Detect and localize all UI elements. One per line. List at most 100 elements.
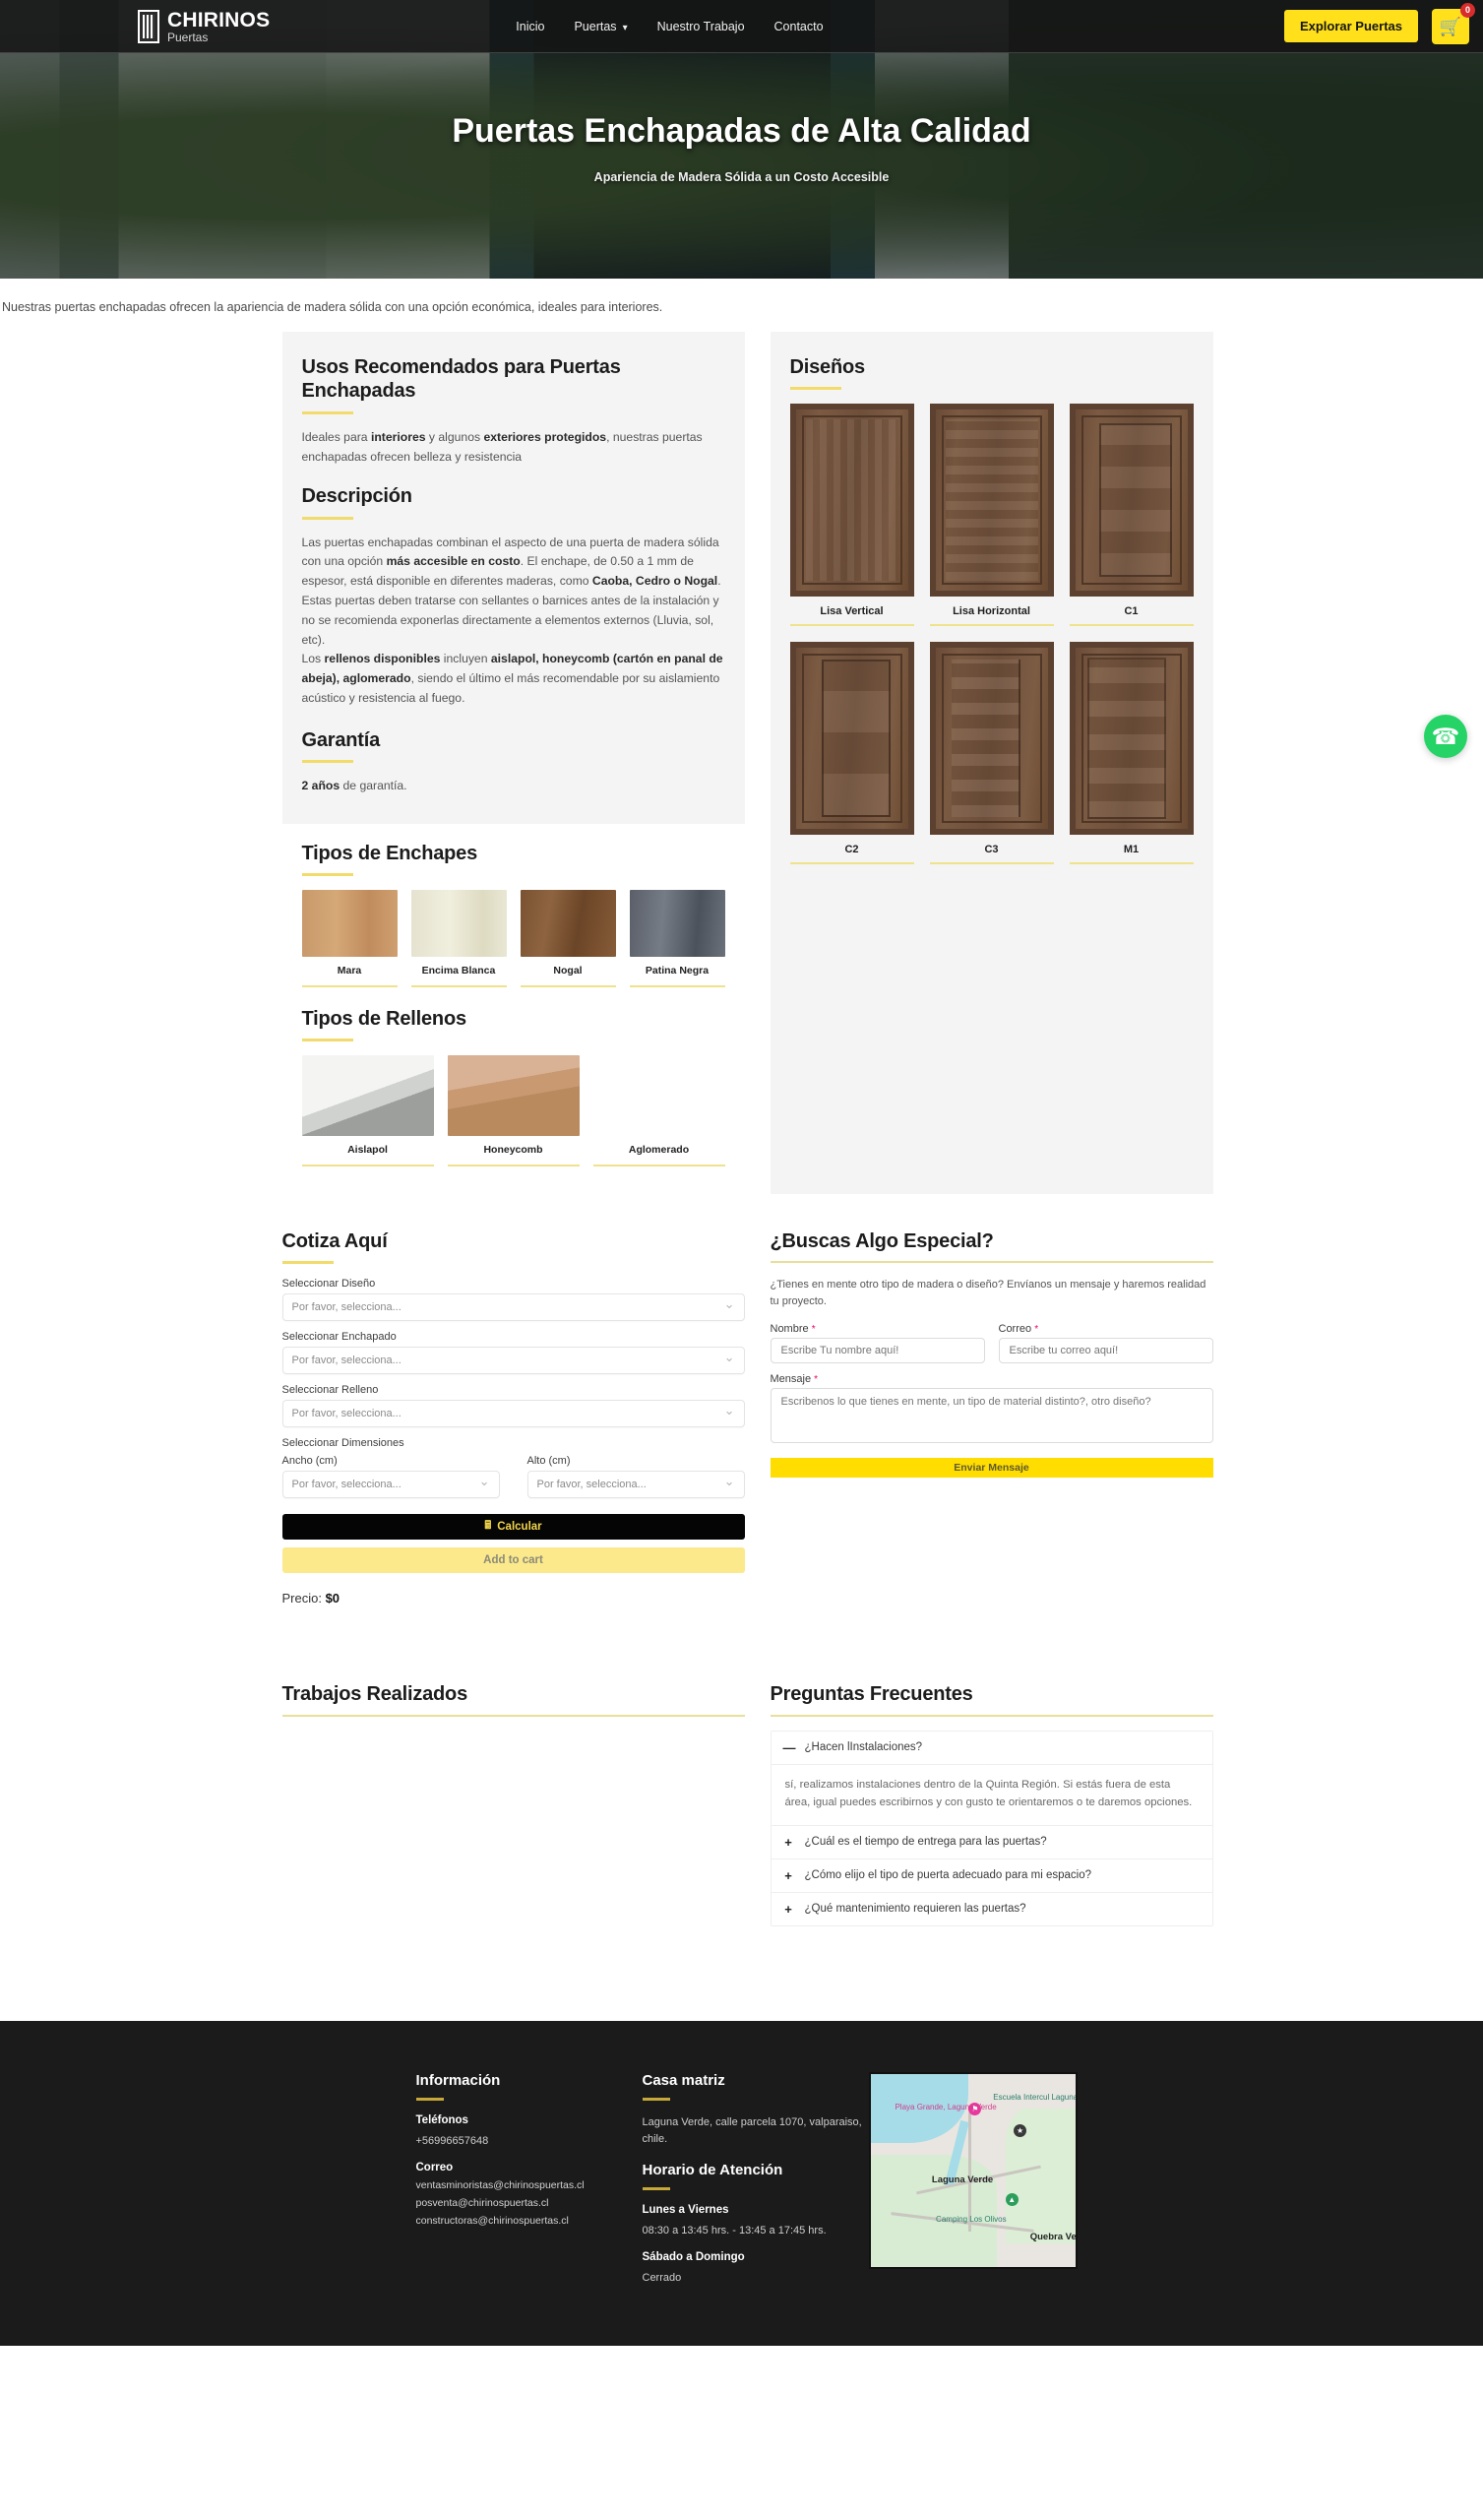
- intro-band: Nuestras puertas enchapadas ofrecen la a…: [0, 279, 1483, 332]
- swatch-label: Mara: [337, 965, 362, 977]
- footer-casa-title: Casa matriz: [642, 2071, 725, 2089]
- swatch-rule: [447, 1164, 580, 1166]
- trabajos-gallery: [282, 1731, 745, 1849]
- forms-row: Cotiza Aquí Seleccionar Diseño Por favor…: [0, 1229, 1483, 1606]
- contacto-intro: ¿Tienes en mente otro tipo de madera o d…: [770, 1279, 1206, 1307]
- cart-button[interactable]: 🛒 0: [1432, 2, 1475, 44]
- usos-title-rule: [301, 410, 353, 414]
- label-relleno: Seleccionar Relleno: [281, 1384, 379, 1397]
- select-relleno[interactable]: Por favor, selecciona...: [281, 1400, 745, 1428]
- disenos-title-rule: [789, 387, 841, 391]
- swatch-label: Aislapol: [347, 1144, 388, 1157]
- enchapes-grid: Mara Encima Blanca Nogal Patina Negra: [301, 890, 725, 987]
- door-label: C2: [844, 844, 859, 856]
- faq-title: Preguntas Frecuentes: [770, 1683, 973, 1706]
- swatch-rule: [301, 984, 398, 987]
- select-diseno[interactable]: Por favor, selecciona...: [281, 1293, 745, 1322]
- swatch-label: Aglomerado: [628, 1144, 690, 1157]
- door-logo-icon: [138, 9, 159, 43]
- select-ancho[interactable]: Por favor, selecciona...: [281, 1471, 500, 1499]
- door-design-card[interactable]: C1: [1069, 404, 1194, 627]
- site-logo[interactable]: CHIRINOS Puertas: [138, 9, 270, 44]
- swatch-card: Encima Blanca: [410, 890, 507, 987]
- footer-email[interactable]: constructoras@chirinospuertas.cl: [416, 2215, 643, 2227]
- door-design-card[interactable]: M1: [1069, 642, 1194, 865]
- swatch-image: [410, 890, 507, 958]
- intro-text: Nuestras puertas enchapadas ofrecen la a…: [2, 300, 663, 314]
- required-mark-mensaje: *: [814, 1374, 819, 1386]
- hero-subtitle: Apariencia de Madera Sólida a un Costo A…: [593, 170, 890, 184]
- map-label-laguna-verde: Laguna Verde: [931, 2174, 994, 2185]
- header-actions: Explorar Puertas 🛒 0: [1283, 2, 1475, 44]
- swatch-label: Honeycomb: [483, 1144, 543, 1157]
- swatch-card: Mara: [301, 890, 398, 987]
- logo-subtitle: Puertas: [167, 30, 209, 44]
- correo-input[interactable]: [998, 1338, 1213, 1364]
- cart-count-badge: 0: [1460, 2, 1475, 18]
- footer-casa-rule: [642, 2097, 670, 2101]
- footer-horario-title: Horario de Atención: [642, 2161, 783, 2178]
- lower-row: Trabajos Realizados Preguntas Frecuentes…: [0, 1682, 1483, 1926]
- location-map[interactable]: ⚑ ★ ▲ Playa Grande, Laguna Verde Escuela…: [868, 2071, 1078, 2269]
- map-label-camping: Camping Los Olivos: [936, 2214, 1007, 2224]
- door-image: [929, 404, 1054, 598]
- add-to-cart-button[interactable]: Add to cart: [281, 1547, 745, 1574]
- label-enchapado: Seleccionar Enchapado: [281, 1331, 397, 1344]
- footer-weekend-label: Sábado a Domingo: [642, 2250, 745, 2263]
- descripcion-title: Descripción: [301, 485, 412, 508]
- faq-question[interactable]: — ¿Hacen lInstalaciones?: [771, 1731, 1212, 1765]
- label-diseno: Seleccionar Diseño: [281, 1278, 376, 1291]
- faq-question-text: ¿Cuál es el tiempo de entrega para las p…: [804, 1836, 1047, 1849]
- footer-email[interactable]: ventasminoristas@chirinospuertas.cl: [416, 2179, 643, 2191]
- door-label: M1: [1123, 844, 1140, 856]
- faq-question[interactable]: + ¿Cuál es el tiempo de entrega para las …: [771, 1825, 1212, 1859]
- mensaje-textarea[interactable]: [770, 1388, 1213, 1444]
- footer-info-column: Información Teléfonos +56996657648 Corre…: [415, 2072, 643, 2287]
- swatch-image: [593, 1055, 725, 1136]
- label-nombre-text: Nombre: [770, 1323, 809, 1336]
- footer-phones-title: Teléfonos: [415, 2113, 468, 2126]
- calcular-button[interactable]: 🖩 Calcular: [281, 1514, 745, 1541]
- explorar-puertas-button[interactable]: Explorar Puertas: [1283, 10, 1418, 42]
- swatch-image: [447, 1055, 580, 1137]
- footer-phone[interactable]: +56996657648: [416, 2133, 643, 2150]
- label-correo-text: Correo: [998, 1323, 1032, 1336]
- main-navigation: Inicio Puertas Nuestro Trabajo Contacto: [516, 20, 823, 33]
- faq-toggle-icon: —: [782, 1739, 796, 1755]
- faq-question-text: ¿Cómo elijo el tipo de puerta adecuado p…: [804, 1869, 1092, 1882]
- label-mensaje-text: Mensaje: [770, 1373, 812, 1386]
- swatch-image: [629, 890, 725, 958]
- door-design-card[interactable]: Lisa Horizontal: [929, 404, 1054, 627]
- door-design-card[interactable]: C2: [789, 642, 914, 865]
- swatch-image: [301, 1055, 434, 1137]
- faq-toggle-icon: +: [784, 1901, 792, 1917]
- nombre-input[interactable]: [770, 1338, 985, 1364]
- swatch-label: Nogal: [553, 965, 583, 977]
- enviar-mensaje-button[interactable]: Enviar Mensaje: [770, 1458, 1213, 1479]
- nav-item-contacto[interactable]: Contacto: [774, 20, 824, 33]
- usos-panel: Usos Recomendados para Puertas Enchapada…: [281, 332, 745, 824]
- swatch-image: [520, 890, 616, 958]
- cotizador-title: Cotiza Aquí: [281, 1229, 388, 1252]
- footer-weekdays-hours: 08:30 a 13:45 hrs. - 13:45 a 17:45 hrs.: [642, 2224, 827, 2236]
- faq-question[interactable]: + ¿Cómo elijo el tipo de puerta adecuado …: [771, 1858, 1212, 1893]
- door-design-card[interactable]: Lisa Vertical: [789, 404, 914, 627]
- label-dimensiones: Seleccionar Dimensiones: [281, 1437, 404, 1450]
- usos-paragraph: Ideales para interiores y algunos exteri…: [301, 429, 703, 464]
- contacto-title: ¿Buscas Algo Especial?: [770, 1229, 994, 1252]
- calculator-icon: 🖩: [484, 1519, 492, 1532]
- faq-question[interactable]: + ¿Qué mantenimiento requieren las puerta…: [771, 1892, 1212, 1925]
- label-ancho: Ancho (cm): [281, 1455, 338, 1468]
- whatsapp-float-button[interactable]: ☎: [1424, 715, 1467, 758]
- whatsapp-icon: ☎: [1431, 723, 1460, 749]
- nav-item-inicio[interactable]: Inicio: [516, 20, 544, 33]
- door-image: [1069, 642, 1194, 836]
- nav-item-puertas[interactable]: Puertas: [574, 20, 627, 33]
- nav-item-nuestro-trabajo[interactable]: Nuestro Trabajo: [657, 20, 745, 33]
- select-alto[interactable]: Por favor, selecciona...: [526, 1471, 745, 1499]
- footer-email[interactable]: posventa@chirinospuertas.cl: [416, 2197, 643, 2209]
- select-enchapado[interactable]: Por favor, selecciona...: [281, 1347, 745, 1375]
- faq-section: Preguntas Frecuentes — ¿Hacen lInstalacio…: [770, 1682, 1213, 1926]
- label-mensaje: Mensaje *: [771, 1373, 1213, 1385]
- door-design-card[interactable]: C3: [929, 642, 1054, 865]
